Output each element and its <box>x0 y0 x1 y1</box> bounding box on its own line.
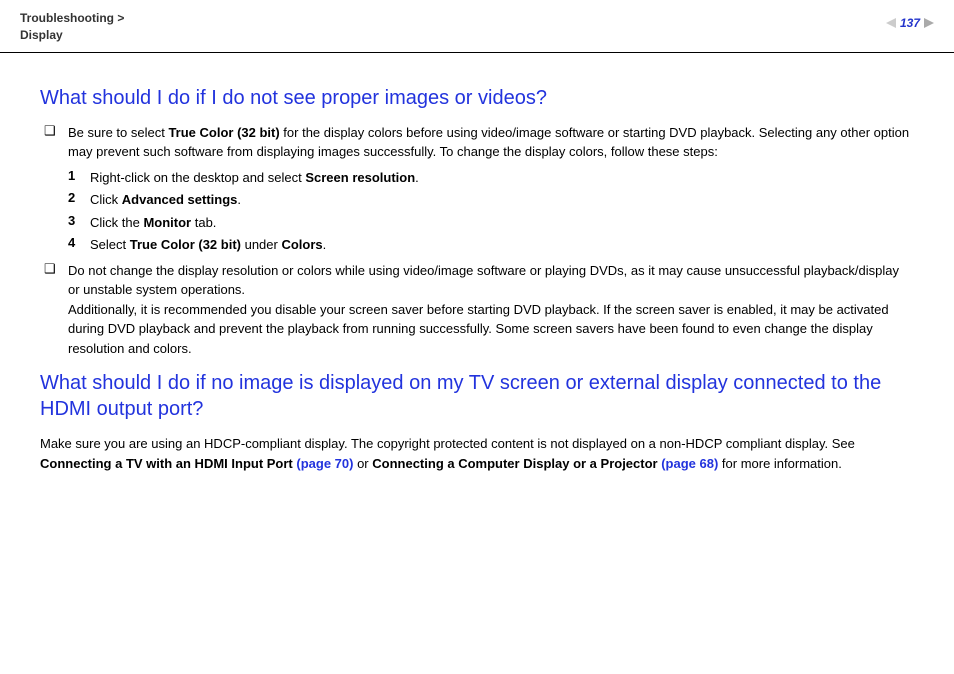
t: Colors <box>281 237 322 252</box>
t: Select <box>90 237 130 252</box>
t: Advanced settings <box>122 192 238 207</box>
section2-heading: What should I do if no image is displaye… <box>40 370 914 422</box>
page-nav: 137 <box>886 16 934 30</box>
t: . <box>323 237 327 252</box>
breadcrumb-line2: Display <box>20 27 124 44</box>
page-content: What should I do if I do not see proper … <box>0 53 954 494</box>
bullet-icon: ❑ <box>40 261 68 359</box>
t: Monitor <box>143 215 191 230</box>
p-bold2: Connecting a Computer Display or a Proje… <box>372 456 661 471</box>
prev-page-icon[interactable] <box>886 18 896 28</box>
section2-para: Make sure you are using an HDCP-complian… <box>40 434 914 473</box>
step-4: 4 Select True Color (32 bit) under Color… <box>68 235 914 255</box>
p-post: for more information. <box>718 456 842 471</box>
bullet1-bold: True Color (32 bit) <box>168 125 279 140</box>
t: Click the <box>90 215 143 230</box>
p-bold1: Connecting a TV with an HDMI Input Port <box>40 456 296 471</box>
page-link-68[interactable]: (page 68) <box>661 456 718 471</box>
bullet1-pre: Be sure to select <box>68 125 168 140</box>
bullet2-text: Do not change the display resolution or … <box>68 261 914 359</box>
bullet-icon: ❑ <box>40 123 68 162</box>
bullet-item-1: ❑ Be sure to select True Color (32 bit) … <box>40 123 914 162</box>
section1-heading: What should I do if I do not see proper … <box>40 85 914 111</box>
page-number: 137 <box>900 16 920 30</box>
step-text: Click the Monitor tab. <box>90 213 914 233</box>
bullet1-text: Be sure to select True Color (32 bit) fo… <box>68 123 914 162</box>
step-num: 3 <box>68 213 90 233</box>
bullet2-l2: Additionally, it is recommended you disa… <box>68 302 889 356</box>
p-mid: or <box>353 456 372 471</box>
t: . <box>237 192 241 207</box>
t: Screen resolution <box>305 170 415 185</box>
t: Right-click on the desktop and select <box>90 170 305 185</box>
t: . <box>415 170 419 185</box>
breadcrumb: Troubleshooting > Display <box>20 10 124 44</box>
t: Click <box>90 192 122 207</box>
page-header: Troubleshooting > Display 137 <box>0 0 954 53</box>
step-3: 3 Click the Monitor tab. <box>68 213 914 233</box>
step-text: Select True Color (32 bit) under Colors. <box>90 235 914 255</box>
bullet-item-2: ❑ Do not change the display resolution o… <box>40 261 914 359</box>
step-2: 2 Click Advanced settings. <box>68 190 914 210</box>
p-pre: Make sure you are using an HDCP-complian… <box>40 436 855 451</box>
next-page-icon[interactable] <box>924 18 934 28</box>
step-num: 4 <box>68 235 90 255</box>
step-num: 2 <box>68 190 90 210</box>
page-link-70[interactable]: (page 70) <box>296 456 353 471</box>
step-num: 1 <box>68 168 90 188</box>
numbered-steps: 1 Right-click on the desktop and select … <box>68 168 914 255</box>
t: True Color (32 bit) <box>130 237 241 252</box>
bullet2-l1: Do not change the display resolution or … <box>68 263 899 298</box>
step-text: Click Advanced settings. <box>90 190 914 210</box>
step-text: Right-click on the desktop and select Sc… <box>90 168 914 188</box>
breadcrumb-line1: Troubleshooting > <box>20 10 124 27</box>
step-1: 1 Right-click on the desktop and select … <box>68 168 914 188</box>
t: under <box>241 237 281 252</box>
t: tab. <box>191 215 216 230</box>
